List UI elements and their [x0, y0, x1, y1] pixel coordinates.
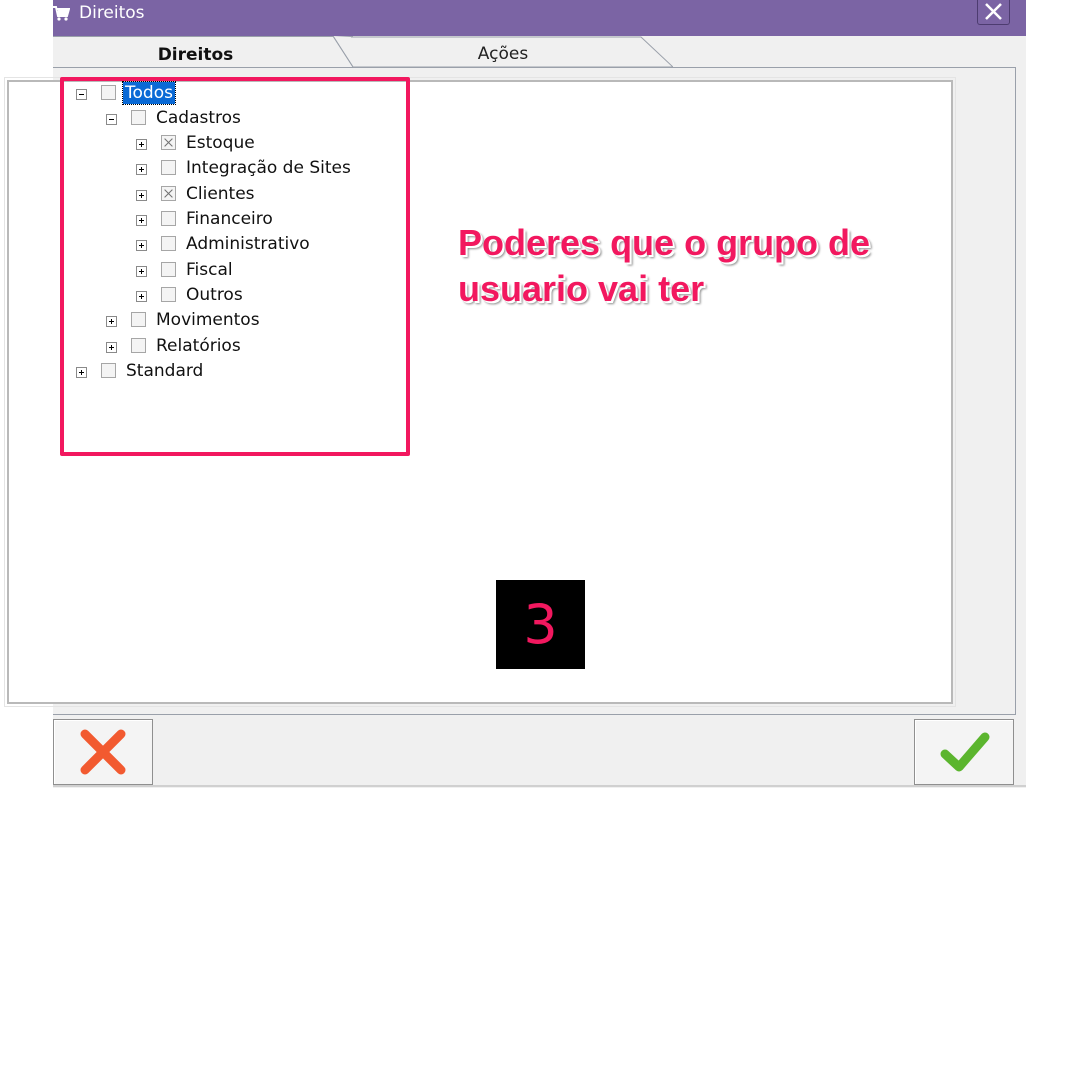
annotation-line-2: usuario vai ter: [458, 268, 705, 309]
dialog-bottom-border: [53, 785, 1026, 787]
cancel-button[interactable]: [53, 719, 153, 785]
title-bar: Direitos: [53, 0, 1026, 36]
close-icon: [985, 3, 1002, 20]
tab-direitos-label: Direitos: [157, 45, 234, 65]
highlight-box: [60, 77, 410, 456]
step-number-badge: 3: [496, 580, 585, 669]
green-check-icon: [940, 732, 990, 772]
tab-acoes[interactable]: Ações: [448, 44, 558, 64]
ok-button[interactable]: [914, 719, 1014, 785]
window-title: Direitos: [79, 3, 145, 23]
annotation-text: Poderes que o grupo de usuario vai ter: [458, 220, 870, 312]
red-x-icon: [80, 729, 126, 775]
tab-direitos[interactable]: Direitos: [53, 36, 353, 69]
cart-icon: [53, 6, 70, 21]
close-button[interactable]: [977, 0, 1010, 25]
annotation-line-1: Poderes que o grupo de: [458, 222, 871, 263]
